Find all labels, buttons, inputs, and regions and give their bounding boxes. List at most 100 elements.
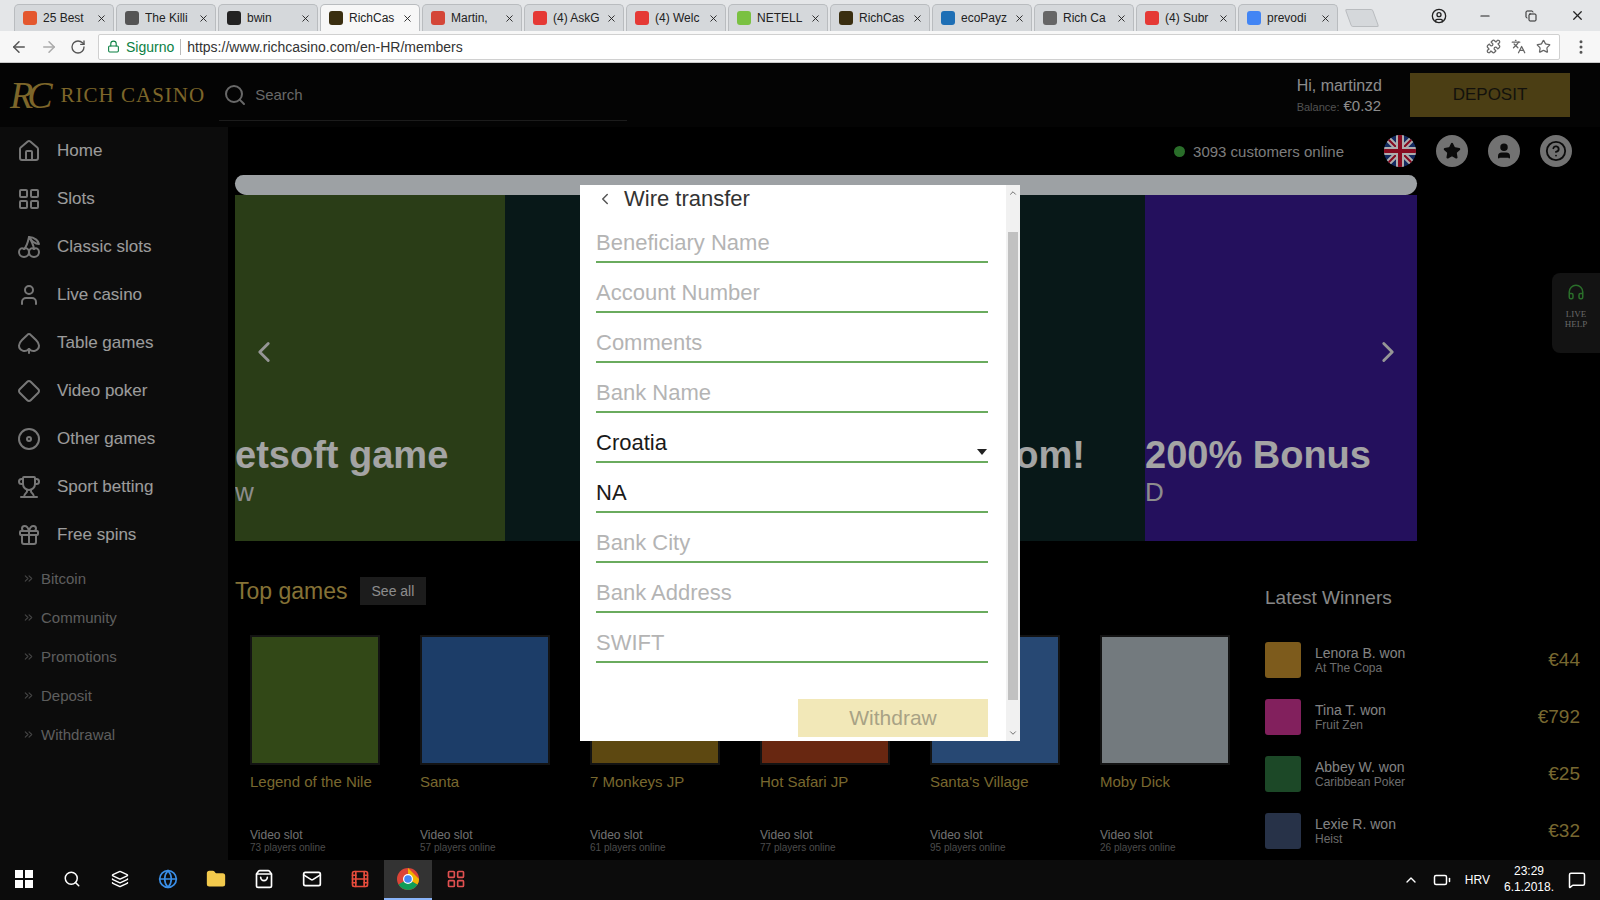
browser-tab[interactable]: ecoPayz bbox=[932, 4, 1032, 31]
edge-icon bbox=[158, 869, 178, 889]
browser-tab[interactable]: The Killi bbox=[116, 4, 216, 31]
browser-tab[interactable]: Rich Ca bbox=[1034, 4, 1134, 31]
button-row: Withdraw bbox=[596, 699, 988, 737]
app-icon bbox=[446, 869, 466, 889]
favicon-icon bbox=[839, 11, 853, 25]
store-button[interactable] bbox=[240, 860, 288, 900]
browser-tab[interactable]: (4) AskG bbox=[524, 4, 624, 31]
forward-icon[interactable] bbox=[40, 38, 58, 56]
text-field[interactable]: Account Number bbox=[596, 263, 988, 313]
menu-icon[interactable] bbox=[1572, 38, 1590, 56]
profile-button[interactable] bbox=[1416, 0, 1462, 31]
close-icon bbox=[1570, 8, 1585, 23]
scroll-down-icon[interactable] bbox=[1008, 728, 1018, 738]
browser-tab[interactable]: 25 Best bbox=[14, 4, 114, 31]
notifications-icon[interactable] bbox=[1568, 871, 1586, 889]
url: https://www.richcasino.com/en-HR/members bbox=[187, 39, 462, 55]
close-tab-icon[interactable] bbox=[198, 13, 209, 24]
window-controls bbox=[1416, 0, 1600, 31]
browser-tab[interactable]: (4) Subr bbox=[1136, 4, 1236, 31]
tab-label: bwin bbox=[247, 11, 294, 25]
withdraw-button[interactable]: Withdraw bbox=[798, 699, 988, 737]
battery-icon[interactable] bbox=[1433, 871, 1451, 889]
tray-expand-icon[interactable] bbox=[1403, 872, 1419, 888]
mail-button[interactable] bbox=[288, 860, 336, 900]
translate-icon[interactable] bbox=[1511, 39, 1526, 54]
back-chevron-icon[interactable] bbox=[596, 190, 614, 208]
new-tab-button[interactable] bbox=[1345, 9, 1380, 27]
close-tab-icon[interactable] bbox=[1116, 13, 1127, 24]
scroll-up-icon[interactable] bbox=[1008, 188, 1018, 198]
chrome-icon[interactable] bbox=[396, 867, 420, 891]
search-button[interactable] bbox=[48, 860, 96, 900]
browser-tab[interactable]: RichCas bbox=[320, 4, 420, 31]
text-field[interactable]: NA bbox=[596, 463, 988, 513]
scroll-thumb[interactable] bbox=[1008, 232, 1018, 700]
close-tab-icon[interactable] bbox=[96, 13, 107, 24]
clock[interactable]: 23:296.1.2018. bbox=[1504, 864, 1554, 895]
tab-label: RichCas bbox=[859, 11, 906, 25]
secure-label: Sigurno bbox=[126, 39, 174, 55]
chrome-button[interactable] bbox=[384, 860, 432, 900]
minimize-button[interactable] bbox=[1462, 0, 1508, 31]
tab-label: (4) Subr bbox=[1165, 11, 1212, 25]
text-field[interactable]: Bank Name bbox=[596, 363, 988, 413]
tab-label: ecoPayz bbox=[961, 11, 1008, 25]
profile-icon bbox=[1431, 8, 1447, 24]
text-field[interactable]: Bank City bbox=[596, 513, 988, 563]
reload-icon[interactable] bbox=[70, 39, 86, 55]
windows-start-icon[interactable] bbox=[15, 870, 33, 888]
browser-tab[interactable]: (4) Welc bbox=[626, 4, 726, 31]
restore-button[interactable] bbox=[1508, 0, 1554, 31]
favicon-icon bbox=[1247, 11, 1261, 25]
text-field[interactable]: Comments bbox=[596, 313, 988, 363]
browser-tab[interactable]: bwin bbox=[218, 4, 318, 31]
favicon-icon bbox=[533, 11, 547, 25]
text-field[interactable]: SWIFT bbox=[596, 613, 988, 663]
browser-tab[interactable]: Martin, bbox=[422, 4, 522, 31]
address-bar: Sigurno https://www.richcasino.com/en-HR/… bbox=[0, 31, 1600, 63]
field-placeholder: Bank City bbox=[596, 530, 690, 556]
movies-button[interactable] bbox=[336, 860, 384, 900]
close-tab-icon[interactable] bbox=[606, 13, 617, 24]
close-button[interactable] bbox=[1554, 0, 1600, 31]
task-view-button[interactable] bbox=[96, 860, 144, 900]
dropdown-arrow-icon[interactable] bbox=[976, 448, 988, 456]
mail-icon bbox=[302, 869, 322, 889]
app-button[interactable] bbox=[432, 860, 480, 900]
close-tab-icon[interactable] bbox=[810, 13, 821, 24]
close-tab-icon[interactable] bbox=[1218, 13, 1229, 24]
favicon-icon bbox=[125, 11, 139, 25]
close-tab-icon[interactable] bbox=[708, 13, 719, 24]
close-tab-icon[interactable] bbox=[1320, 13, 1331, 24]
browser-tab[interactable]: RichCas bbox=[830, 4, 930, 31]
close-tab-icon[interactable] bbox=[300, 13, 311, 24]
dialog-scrollbar[interactable] bbox=[1006, 185, 1020, 741]
omnibox[interactable]: Sigurno https://www.richcasino.com/en-HR/… bbox=[98, 34, 1560, 60]
favicon-icon bbox=[1043, 11, 1057, 25]
close-tab-icon[interactable] bbox=[402, 13, 413, 24]
start-button[interactable] bbox=[0, 860, 48, 900]
favicon-icon bbox=[329, 11, 343, 25]
country-select[interactable]: Croatia bbox=[596, 413, 988, 463]
language-indicator[interactable]: HRV bbox=[1465, 873, 1490, 887]
close-tab-icon[interactable] bbox=[504, 13, 515, 24]
field-placeholder: SWIFT bbox=[596, 630, 664, 656]
browser-tab[interactable]: prevodi bbox=[1238, 4, 1338, 31]
back-icon[interactable] bbox=[10, 38, 28, 56]
close-tab-icon[interactable] bbox=[912, 13, 923, 24]
favicon-icon bbox=[941, 11, 955, 25]
text-field[interactable]: Bank Address bbox=[596, 563, 988, 613]
field-value: Croatia bbox=[596, 430, 976, 456]
text-field[interactable]: Beneficiary Name bbox=[596, 213, 988, 263]
explorer-button[interactable] bbox=[192, 860, 240, 900]
movies-icon bbox=[350, 869, 370, 889]
browser-tab[interactable]: NETELL bbox=[728, 4, 828, 31]
close-tab-icon[interactable] bbox=[1014, 13, 1025, 24]
extension-icon[interactable] bbox=[1486, 39, 1501, 54]
edge-button[interactable] bbox=[144, 860, 192, 900]
clock-time: 23:29 bbox=[1514, 864, 1544, 880]
bookmark-star-icon[interactable] bbox=[1536, 39, 1551, 54]
taskbar-search-icon bbox=[63, 870, 81, 888]
screen: 25 BestThe KillibwinRichCasMartin,(4) As… bbox=[0, 0, 1600, 900]
